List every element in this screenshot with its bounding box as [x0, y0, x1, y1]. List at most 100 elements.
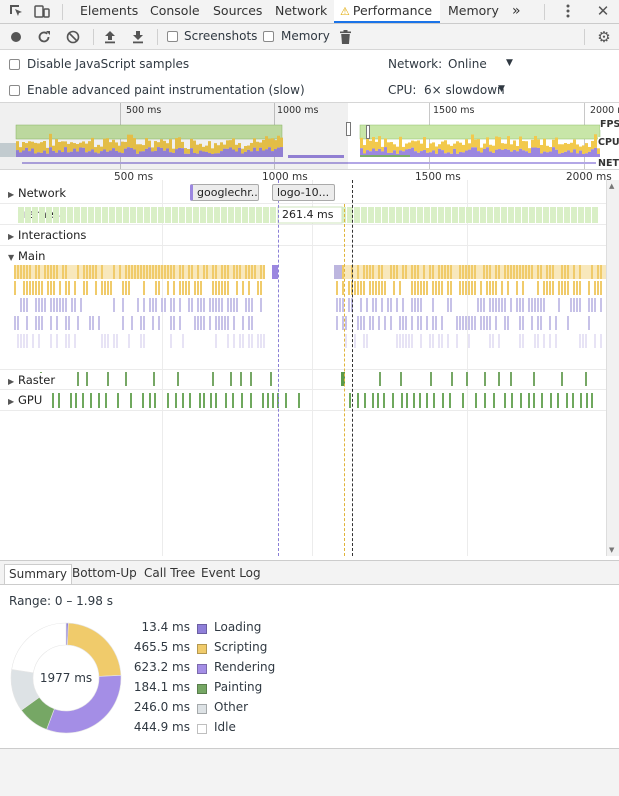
frame-block: [452, 207, 458, 223]
main-thread-task: [50, 281, 52, 295]
kebab-menu-icon[interactable]: [560, 3, 576, 19]
overview-dim-right: [367, 103, 619, 170]
tab-network[interactable]: Network: [271, 0, 331, 23]
frame-block: [172, 207, 178, 223]
frame-block: [151, 207, 157, 223]
main-thread-task: [462, 281, 464, 295]
main-thread-task: [179, 281, 181, 295]
main-thread-task: [336, 298, 338, 312]
device-toolbar-icon[interactable]: [34, 3, 50, 19]
main-thread-task: [26, 316, 28, 330]
scroll-up-arrow-icon[interactable]: ▲: [609, 182, 614, 190]
overview-selection-handle-right[interactable]: [366, 125, 370, 139]
overview-selection-handle-left[interactable]: [346, 122, 351, 136]
tab-memory[interactable]: Memory: [444, 0, 503, 23]
inspect-element-icon[interactable]: [8, 3, 24, 19]
main-thread-task: [420, 334, 422, 348]
main-thread-task: [552, 281, 554, 295]
main-thread-task: [561, 281, 563, 295]
main-thread-task: [426, 316, 428, 330]
frame-block: [18, 207, 24, 223]
screenshots-checkbox[interactable]: [167, 31, 178, 42]
flamechart-area[interactable]: ▶ Network Frames ▶ Interactions ▼ Main ▶ Ras…: [0, 180, 606, 556]
record-icon[interactable]: [8, 29, 24, 45]
frame-block: [459, 207, 465, 223]
main-thread-task: [516, 281, 518, 295]
advanced-paint-checkbox[interactable]: [9, 85, 20, 96]
legend-swatch: [197, 724, 207, 734]
main-thread-task: [447, 281, 449, 295]
main-thread-task: [38, 334, 40, 348]
tab-summary[interactable]: Summary: [4, 564, 72, 584]
legend-name: Scripting: [214, 640, 268, 654]
main-thread-task: [218, 298, 220, 312]
frame-block: [193, 207, 199, 223]
main-thread-task: [233, 334, 235, 348]
network-request-googlechrome[interactable]: googlechr...: [190, 184, 259, 201]
main-thread-task: [522, 334, 524, 348]
main-thread-task: [600, 281, 602, 295]
track-gpu[interactable]: ▶ GPU: [0, 390, 606, 411]
tab-event-log[interactable]: Event Log: [197, 564, 265, 584]
main-thread-task: [209, 316, 211, 330]
main-thread-task: [531, 316, 533, 330]
main-thread-task: [474, 316, 476, 330]
main-thread-task: [531, 298, 533, 312]
frame-block: [74, 207, 80, 223]
timeline-overview[interactable]: 500 ms 1000 ms 1500 ms 2000 ms FPS CPU N…: [0, 103, 619, 170]
clear-icon[interactable]: [65, 29, 81, 45]
memory-checkbox[interactable]: [263, 31, 274, 42]
main-thread-task: [420, 281, 422, 295]
main-thread-task: [212, 281, 214, 295]
close-icon[interactable]: ✕: [595, 2, 611, 20]
main-thread-task: [35, 298, 37, 312]
main-thread-task: [59, 281, 61, 295]
gear-icon[interactable]: ⚙: [596, 28, 612, 46]
tab-elements[interactable]: Elements: [76, 0, 142, 23]
main-thread-task: [227, 334, 229, 348]
tab-bottom-up[interactable]: Bottom-Up: [68, 564, 141, 584]
legend-swatch: [197, 704, 207, 714]
main-thread-task: [251, 298, 253, 312]
main-thread-task: [62, 298, 64, 312]
main-thread-task: [26, 298, 28, 312]
more-tabs-button[interactable]: »: [510, 0, 523, 23]
save-profile-icon[interactable]: [130, 29, 146, 45]
reload-icon[interactable]: [36, 29, 52, 45]
disable-js-samples-checkbox[interactable]: [9, 59, 20, 70]
main-thread-task: [543, 298, 545, 312]
scroll-down-arrow-icon[interactable]: ▼: [609, 546, 614, 554]
main-thread-task: [456, 316, 458, 330]
main-thread-task: [107, 281, 109, 295]
main-thread-task: [339, 298, 341, 312]
frame-block: [200, 207, 206, 223]
tab-sources[interactable]: Sources: [209, 0, 266, 23]
main-thread-task: [200, 316, 202, 330]
tab-console[interactable]: Console: [146, 0, 204, 23]
track-raster[interactable]: ▶ Raster: [0, 369, 606, 390]
main-thread-task: [474, 281, 476, 295]
frame-block: [67, 207, 73, 223]
main-thread-task: [549, 281, 551, 295]
load-profile-icon[interactable]: [102, 29, 118, 45]
main-thread-task: [74, 281, 76, 295]
main-thread-task: [170, 316, 172, 330]
frame-block: [445, 207, 451, 223]
tab-performance[interactable]: ⚠ Performance: [334, 0, 440, 23]
main-thread-task: [438, 281, 440, 295]
tab-call-tree[interactable]: Call Tree: [140, 564, 199, 584]
network-throttle-select[interactable]: Online ▼: [448, 57, 518, 71]
network-request-logo[interactable]: logo-10...: [272, 184, 335, 201]
donut-slice-idle: [11, 622, 67, 674]
flamechart-scrollbar[interactable]: ▲ ▼: [606, 180, 619, 556]
main-thread-task: [462, 316, 464, 330]
frame-block: [32, 207, 38, 223]
cpu-throttle-select[interactable]: 6× slowdown ▼: [424, 83, 514, 97]
main-thread-task: [113, 298, 115, 312]
main-thread-task: [372, 316, 374, 330]
main-thread-task: [534, 334, 536, 348]
legend-row-scripting: 465.5 ms Scripting: [120, 640, 320, 660]
main-thread-task: [588, 298, 590, 312]
frame-block: [487, 207, 493, 223]
trash-icon[interactable]: [337, 29, 353, 45]
